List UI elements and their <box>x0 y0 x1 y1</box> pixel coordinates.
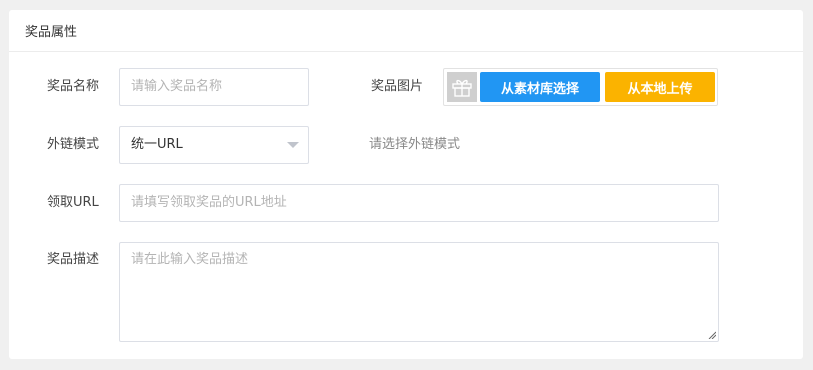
chevron-down-icon <box>287 142 299 148</box>
card-title: 奖品属性 <box>25 25 78 40</box>
prize-description-label: 奖品描述 <box>47 252 100 267</box>
claim-url-input[interactable]: 请填写领取奖品的URL地址 <box>119 184 719 222</box>
prize-description-textarea[interactable]: 请在此输入奖品描述 <box>119 242 719 342</box>
claim-url-label: 领取URL <box>47 195 99 210</box>
upload-local-button[interactable]: 从本地上传 <box>605 72 715 102</box>
card-header: 奖品属性 <box>9 10 803 52</box>
link-mode-label: 外链模式 <box>47 137 100 152</box>
prize-name-input[interactable]: 请输入奖品名称 <box>119 68 309 106</box>
resize-handle-icon[interactable] <box>708 331 716 339</box>
gift-icon <box>447 72 477 102</box>
link-mode-hint: 请选择外链模式 <box>369 137 461 152</box>
prize-attributes-card: 奖品属性 奖品名称 请输入奖品名称 奖品图片 从素材库选择 从本地上传 外链模式… <box>9 10 803 359</box>
link-mode-select[interactable]: 统一URL <box>119 126 309 164</box>
prize-image-label: 奖品图片 <box>371 79 424 94</box>
link-mode-value: 统一URL <box>131 137 183 152</box>
choose-from-library-button[interactable]: 从素材库选择 <box>480 72 600 102</box>
prize-image-box: 从素材库选择 从本地上传 <box>443 68 718 106</box>
prize-name-label: 奖品名称 <box>47 79 100 94</box>
description-placeholder: 请在此输入奖品描述 <box>131 252 249 267</box>
